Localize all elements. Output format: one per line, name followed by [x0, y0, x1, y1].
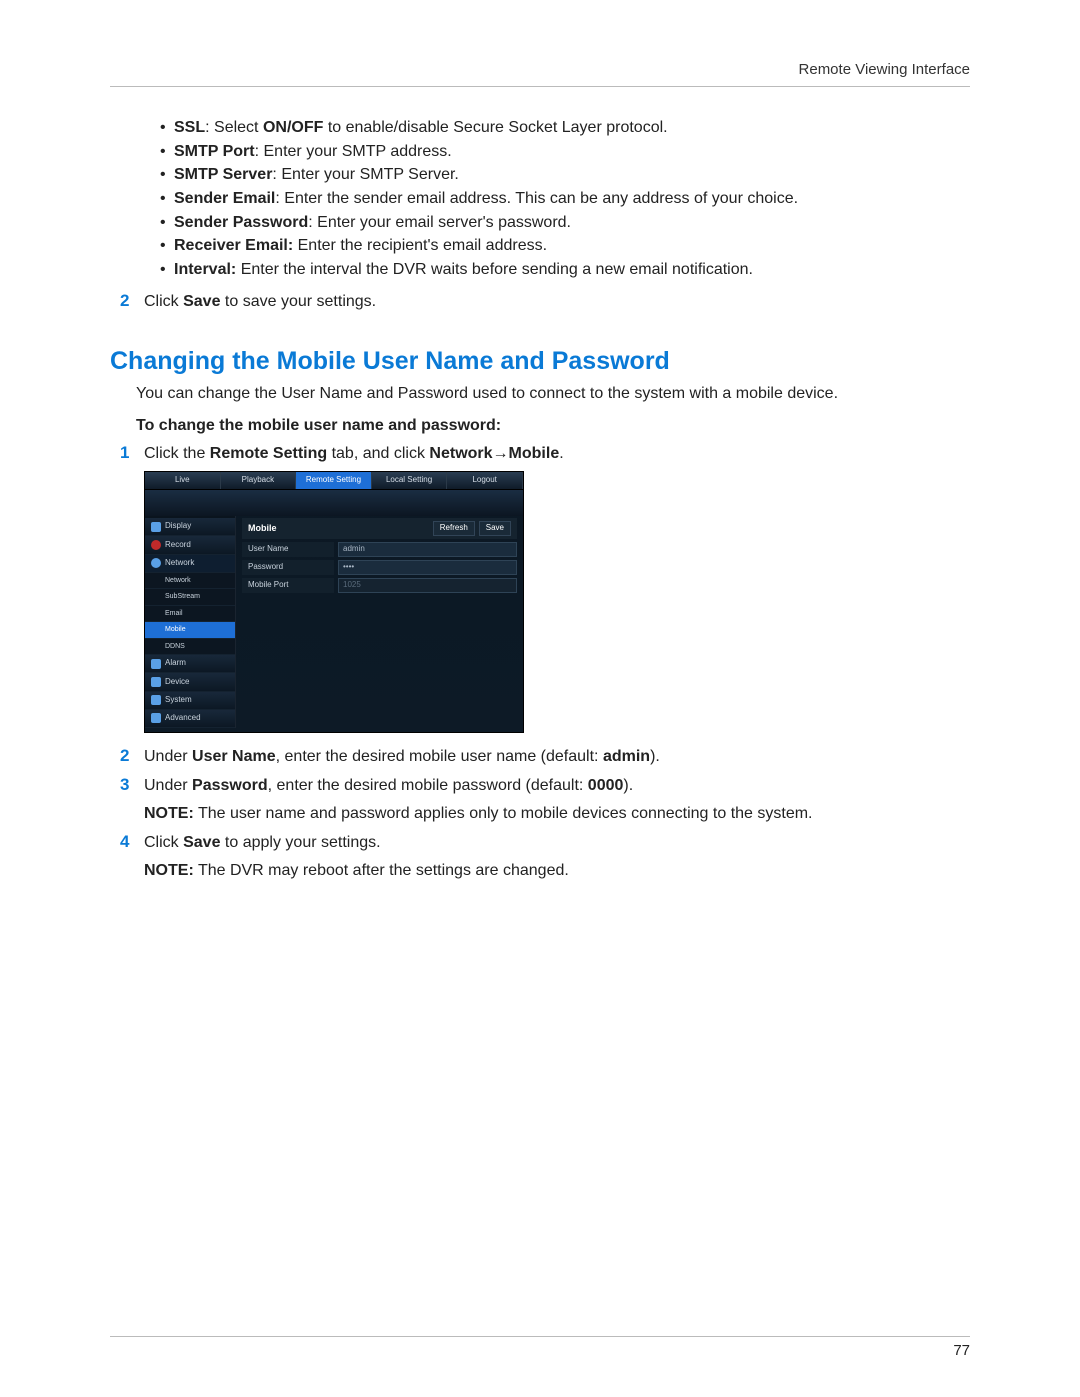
intro-text: You can change the User Name and Passwor… — [136, 383, 970, 405]
tab-playback[interactable]: Playback — [221, 472, 297, 489]
globe-icon — [151, 558, 161, 568]
list-item: Interval: Enter the interval the DVR wai… — [160, 259, 970, 281]
section-header: Remote Viewing Interface — [110, 60, 970, 80]
bullet-list: SSL: Select ON/OFF to enable/disable Sec… — [160, 117, 970, 280]
dvr-main: Mobile Refresh Save User Name admin Pass… — [236, 516, 523, 728]
label-username: User Name — [242, 542, 334, 557]
sidebar-item-record[interactable]: Record — [145, 536, 235, 554]
tab-local-setting[interactable]: Local Setting — [372, 472, 448, 489]
sidebar-sub-ddns[interactable]: DDNS — [145, 639, 235, 655]
step-text: Click the Remote Setting tab, and click … — [144, 443, 970, 465]
page: Remote Viewing Interface SSL: Select ON/… — [0, 0, 1080, 1397]
dvr-screenshot: Live Playback Remote Setting Local Setti… — [144, 471, 524, 733]
step: 3 Under Password, enter the desired mobi… — [120, 774, 970, 797]
page-number: 77 — [953, 1341, 970, 1361]
sidebar-sub-email[interactable]: Email — [145, 606, 235, 622]
sidebar-item-display[interactable]: Display — [145, 518, 235, 536]
list-item: Sender Password: Enter your email server… — [160, 212, 970, 234]
step-text: Click Save to save your settings. — [144, 291, 970, 313]
dvr-tabbar: Live Playback Remote Setting Local Setti… — [145, 472, 523, 490]
list-item: SSL: Select ON/OFF to enable/disable Sec… — [160, 117, 970, 139]
input-port[interactable]: 1025 — [338, 578, 517, 593]
note: NOTE: The user name and password applies… — [144, 803, 970, 825]
step-number: 1 — [120, 442, 144, 465]
sidebar-item-advanced[interactable]: Advanced — [145, 710, 235, 728]
gear-icon — [151, 695, 161, 705]
monitor-icon — [151, 522, 161, 532]
list-item: Sender Email: Enter the sender email add… — [160, 188, 970, 210]
input-username[interactable]: admin — [338, 542, 517, 557]
dvr-band — [145, 490, 523, 516]
record-icon — [151, 540, 161, 550]
refresh-button[interactable]: Refresh — [433, 521, 475, 536]
input-password[interactable]: •••• — [338, 560, 517, 575]
form-row-username: User Name admin — [242, 542, 517, 557]
label-password: Password — [242, 560, 334, 575]
section-title: Changing the Mobile User Name and Passwo… — [110, 345, 970, 379]
form-row-port: Mobile Port 1025 — [242, 578, 517, 593]
tab-logout[interactable]: Logout — [447, 472, 523, 489]
sidebar-sub-network[interactable]: Network — [145, 573, 235, 589]
note: NOTE: The DVR may reboot after the setti… — [144, 860, 970, 882]
step-text: Under Password, enter the desired mobile… — [144, 775, 970, 797]
list-item: Receiver Email: Enter the recipient's em… — [160, 235, 970, 257]
header-rule — [110, 86, 970, 87]
device-icon — [151, 677, 161, 687]
sidebar-item-device[interactable]: Device — [145, 673, 235, 691]
sidebar-item-alarm[interactable]: Alarm — [145, 655, 235, 673]
alarm-icon — [151, 659, 161, 669]
dvr-sidebar: Display Record Network Network SubStream… — [145, 516, 236, 728]
tab-live[interactable]: Live — [145, 472, 221, 489]
panel-header: Mobile Refresh Save — [242, 518, 517, 539]
list-item: SMTP Port: Enter your SMTP address. — [160, 141, 970, 163]
step-number: 2 — [120, 745, 144, 768]
subheading: To change the mobile user name and passw… — [136, 415, 970, 437]
step-text: Click Save to apply your settings. — [144, 832, 970, 854]
step-number: 2 — [120, 290, 144, 313]
step: 2 Click Save to save your settings. — [120, 290, 970, 313]
wrench-icon — [151, 713, 161, 723]
sidebar-sub-mobile[interactable]: Mobile — [145, 622, 235, 638]
sidebar-sub-substream[interactable]: SubStream — [145, 589, 235, 605]
save-button[interactable]: Save — [479, 521, 511, 536]
form-row-password: Password •••• — [242, 560, 517, 575]
panel-title: Mobile — [248, 522, 277, 534]
step: 4 Click Save to apply your settings. — [120, 831, 970, 854]
footer-rule — [110, 1336, 970, 1337]
step-number: 4 — [120, 831, 144, 854]
label-port: Mobile Port — [242, 578, 334, 593]
sidebar-item-network[interactable]: Network — [145, 555, 235, 573]
list-item: SMTP Server: Enter your SMTP Server. — [160, 164, 970, 186]
step-number: 3 — [120, 774, 144, 797]
step: 1 Click the Remote Setting tab, and clic… — [120, 442, 970, 465]
step-text: Under User Name, enter the desired mobil… — [144, 746, 970, 768]
tab-remote-setting[interactable]: Remote Setting — [296, 472, 372, 489]
step: 2 Under User Name, enter the desired mob… — [120, 745, 970, 768]
sidebar-item-system[interactable]: System — [145, 692, 235, 710]
